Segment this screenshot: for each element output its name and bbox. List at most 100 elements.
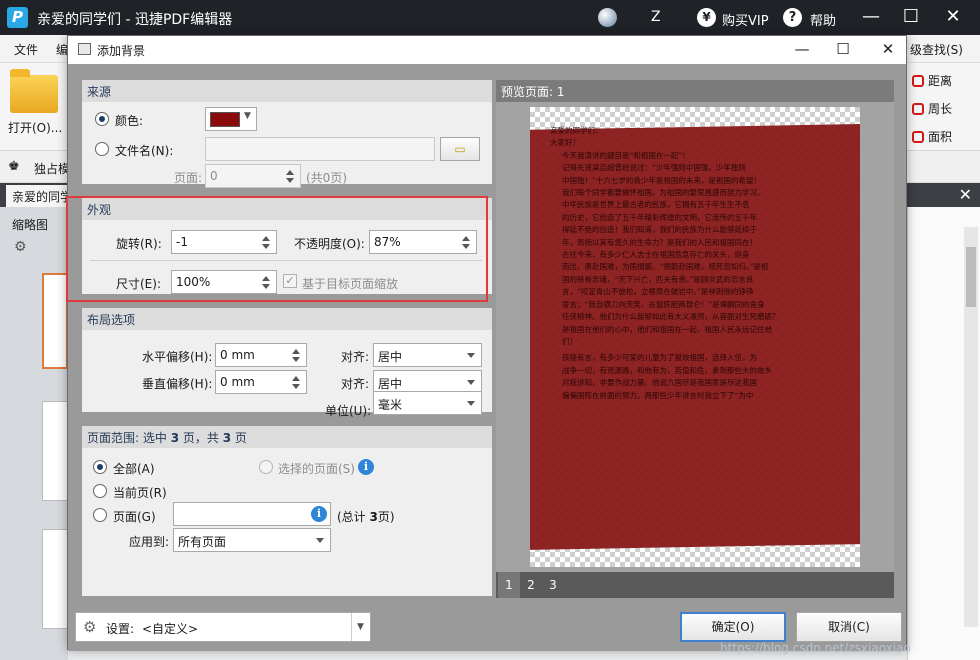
align-h-value: 居中	[378, 350, 403, 364]
unit-label: 单位(U):	[325, 404, 372, 418]
current-page-radio[interactable]	[93, 484, 107, 498]
distance-tool[interactable]: 距离	[912, 72, 952, 89]
filename-input[interactable]	[205, 137, 435, 161]
dialog-minimize-button[interactable]: —	[784, 38, 820, 62]
preview-text-line: 孩提有言，有多少可爱的儿童为了报效祖国，选择入伍，为	[562, 353, 757, 363]
area-icon	[912, 131, 924, 143]
pages-label: 页面(G)	[113, 510, 156, 524]
preview-page-3[interactable]: 3	[542, 572, 564, 598]
preview-text-line: 言，“咬定青山不放松，立根原在破岩中。”是林则徐的铮铮	[562, 287, 754, 297]
scale-checkbox[interactable]: ✓	[283, 274, 297, 288]
range-total: 3	[222, 431, 232, 445]
chevron-down-icon: ▼	[244, 111, 251, 121]
close-all-icon[interactable]: ✕	[959, 185, 972, 204]
page-thumbnail-1[interactable]	[42, 273, 68, 369]
pages-total-label: (总计 3页)	[337, 508, 395, 525]
page-spinner-value: 0	[210, 169, 218, 183]
perimeter-tool[interactable]: 周长	[912, 100, 952, 117]
settings-label: 设置:	[106, 622, 135, 636]
user-name[interactable]: Z	[651, 9, 661, 25]
pages-info-icon[interactable]: i	[311, 506, 327, 522]
app-logo-icon: P	[7, 7, 28, 28]
preview-text-line: 的历史，它创造了五千年精彩辉煌的文明，它流传的五千年	[562, 212, 757, 222]
settings-select[interactable]: ⚙ 设置: <自定义> ▼	[75, 612, 371, 642]
open-button-label[interactable]: 打开(O)...	[8, 119, 62, 136]
pages-radio[interactable]	[93, 508, 107, 522]
divider	[90, 260, 482, 261]
align-h-select[interactable]: 居中	[373, 343, 482, 367]
scale-label: 基于目标页面缩放	[302, 277, 399, 291]
v-offset-value: 0 mm	[220, 375, 255, 389]
page-label: 页面:	[174, 171, 203, 185]
add-background-dialog: 添加背景 — ☐ ✕ 来源 颜色: ▼ 文件名(N): ▭ 页面: 0 (共0页…	[67, 35, 907, 651]
info-icon[interactable]: i	[358, 459, 374, 475]
document-tab[interactable]: 亲爱的同学	[6, 185, 76, 207]
page-thumbnail-3[interactable]	[42, 529, 68, 629]
dialog-maximize-button[interactable]: ☐	[825, 38, 861, 62]
preview-page-1[interactable]: 1	[498, 572, 520, 598]
cancel-button[interactable]: 取消(C)	[796, 612, 902, 642]
preview-text-line: 中国独！”十六七岁的青少年是祖国的未来，是祖国的希望！	[562, 175, 761, 185]
menu-advanced-find[interactable]: 级查找(S)	[910, 41, 963, 58]
ok-button[interactable]: 确定(O)	[680, 612, 786, 642]
browse-folder-button[interactable]: ▭	[440, 137, 480, 161]
globe-icon[interactable]	[598, 8, 617, 27]
h-offset-spinner[interactable]: 0 mm	[215, 343, 307, 367]
dialog-close-button[interactable]: ✕	[870, 38, 906, 62]
unit-select[interactable]: 毫米	[373, 391, 482, 415]
document-view-edge	[907, 207, 980, 660]
selected-pages-radio[interactable]	[259, 460, 273, 474]
page-spinner[interactable]: 0	[205, 164, 301, 188]
gear-icon[interactable]: ⚙	[14, 239, 27, 255]
v-offset-spinner[interactable]: 0 mm	[215, 370, 307, 394]
color-swatch	[210, 112, 240, 127]
preview-text-line: 任侠精神。他们为什么能够如此有大义凛然，从容面对生死磨砺？	[562, 312, 780, 322]
opacity-value: 87%	[374, 235, 401, 249]
preview-text-line: 是祖国在他们的心中，他们和祖国在一起，祖国人民永远记住他	[562, 324, 772, 334]
current-page-label: 当前页(R)	[113, 486, 167, 500]
vertical-scrollbar[interactable]	[964, 227, 978, 627]
preview-text-line: 中华民族是世界上最古老的民族，它拥有五千年生生不息	[562, 200, 750, 210]
color-label: 颜色:	[115, 114, 144, 128]
size-label: 尺寸(E):	[116, 277, 161, 291]
apply-to-label: 应用到:	[129, 535, 170, 549]
close-button[interactable]: ✕	[938, 4, 968, 32]
menu-file[interactable]: 文件	[14, 41, 38, 58]
thumbnail-panel: 缩略图 ⚙	[0, 207, 68, 660]
perimeter-icon	[912, 103, 924, 115]
apply-to-select[interactable]: 所有页面	[173, 528, 331, 552]
all-pages-radio[interactable]	[93, 460, 107, 474]
ruler-icon	[912, 75, 924, 87]
h-offset-value: 0 mm	[220, 348, 255, 362]
pages-total-prefix: (总计	[337, 510, 366, 524]
layout-header: 布局选项	[82, 308, 492, 330]
rotation-spinner[interactable]: -1	[171, 230, 277, 254]
size-spinner[interactable]: 100%	[171, 270, 277, 294]
area-tool[interactable]: 面积	[912, 128, 952, 145]
selected-pages-label: 选择的页面(S)	[278, 462, 355, 476]
preview-text-line: 们！	[562, 336, 577, 346]
preview-text-line: 偏偏国阵在前面的努力，两那些少年讲言时我立下了“为中	[562, 390, 754, 400]
page-thumbnail-2[interactable]	[42, 401, 68, 501]
preview-page-2[interactable]: 2	[520, 572, 542, 598]
preview-text-line: 国的铁骨忠魂，“天下兴亡，匹夫有责。”是顾炎武的忠言良	[562, 274, 754, 284]
buy-vip-link[interactable]: 购买VIP	[722, 10, 769, 29]
opacity-spinner[interactable]: 87%	[369, 230, 477, 254]
page-range-section: 页面范围: 选中 3 页，共 3 页 全部(A) 选择的页面(S) i 当前页(…	[82, 426, 492, 596]
filename-radio[interactable]	[95, 142, 109, 156]
preview-panel: 预览页面: 1 亲爱的同学们： 大家好！ 今天我演讲的题目是“和祖国在一起”！ 记得先…	[496, 80, 894, 598]
help-icon[interactable]: ?	[783, 8, 802, 27]
v-offset-label: 垂直偏移(H):	[142, 377, 213, 391]
minimize-button[interactable]: —	[856, 4, 886, 32]
open-folder-icon[interactable]	[10, 69, 58, 113]
maximize-button[interactable]: ☐	[896, 4, 926, 32]
color-picker[interactable]: ▼	[205, 107, 257, 131]
yen-icon[interactable]: ¥	[697, 8, 716, 27]
range-mid: 页，共	[182, 431, 219, 445]
pages-input[interactable]: i	[173, 502, 331, 526]
page-count: (共0页)	[306, 171, 347, 185]
exclusive-mode-label[interactable]: 独占模	[34, 160, 70, 177]
help-link[interactable]: 帮助	[810, 10, 836, 29]
color-radio[interactable]	[95, 112, 109, 126]
align-h-label: 对齐:	[341, 350, 370, 364]
